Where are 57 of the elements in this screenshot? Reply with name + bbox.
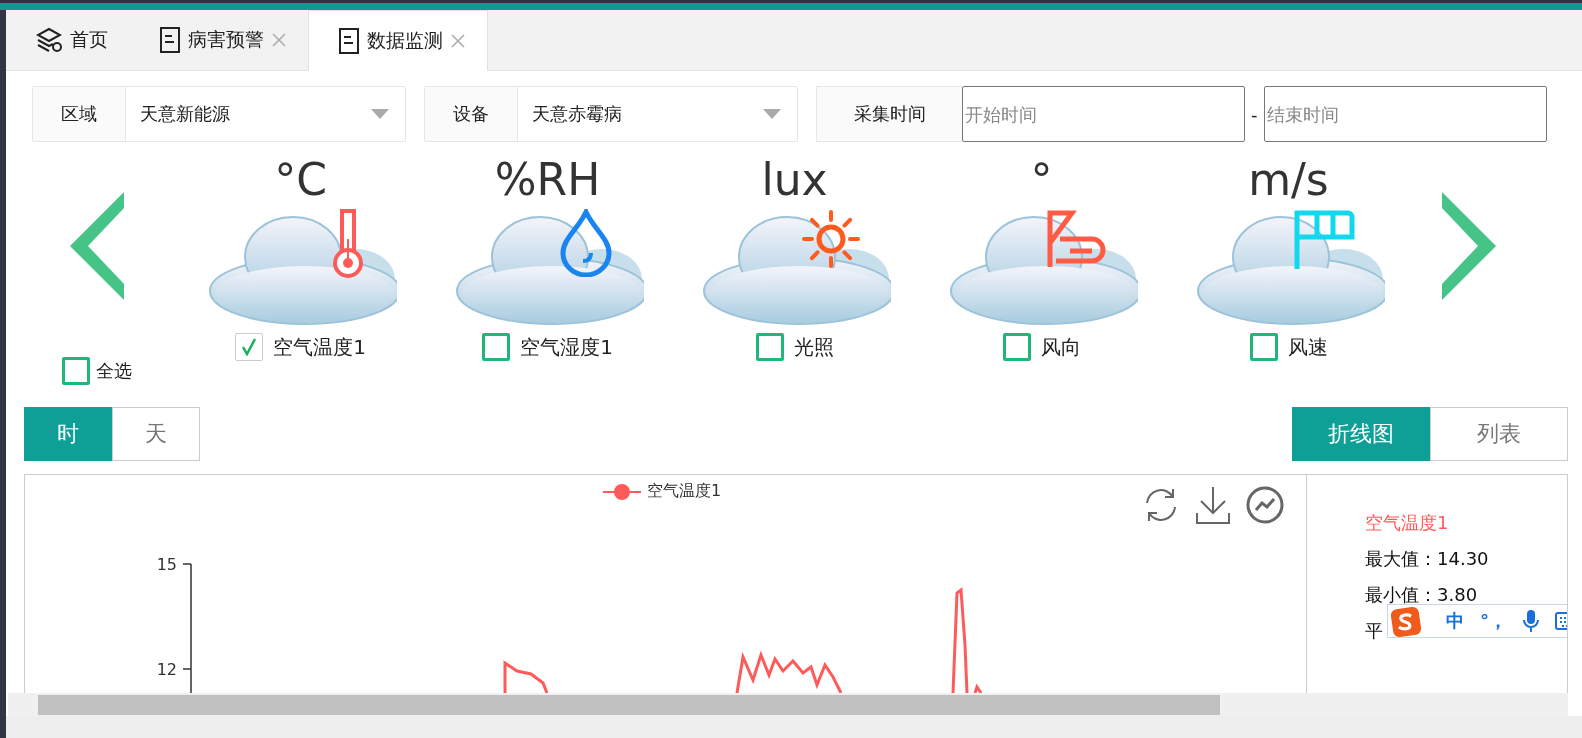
page-tab[interactable]: 病害预警 (130, 10, 308, 70)
page-tab[interactable]: 首页 (6, 10, 130, 70)
line-chart-icon[interactable] (1245, 485, 1285, 525)
unit-label: ° (1030, 153, 1053, 207)
unit-label: %RH (494, 153, 601, 207)
check-icon (242, 338, 257, 356)
select-field[interactable]: 区域 天意新能源 (32, 86, 406, 142)
caret-icon (763, 109, 781, 119)
stats-title: 空气温度1 (1365, 511, 1449, 535)
checkbox[interactable] (755, 333, 784, 361)
checkbox-label: 空气湿度1 (520, 333, 613, 361)
document-icon (160, 27, 180, 53)
sun-icon (800, 209, 861, 269)
stat-line: 最小值：3.80 (1365, 583, 1478, 607)
axis-tick-label: 12 (156, 660, 177, 679)
checkbox[interactable] (61, 357, 90, 385)
chevron-left-icon[interactable] (69, 192, 124, 300)
legend-marker-icon (603, 482, 641, 501)
checkbox-label: 空气温度1 (273, 333, 366, 361)
download-icon[interactable] (1195, 485, 1231, 525)
close-icon[interactable] (272, 33, 286, 47)
horizontal-scrollbar[interactable] (8, 693, 1568, 716)
field-label: 采集时间 (816, 86, 962, 142)
checkbox-label: 光照 (793, 333, 834, 361)
caret-icon (371, 109, 389, 119)
checkbox[interactable] (1249, 333, 1278, 361)
period-tab[interactable]: 天 (112, 407, 200, 461)
page-tab[interactable]: 数据监测 (308, 10, 488, 71)
checkbox[interactable] (1002, 333, 1031, 361)
axis-tick-label: 15 (156, 555, 177, 574)
select-field[interactable]: 设备 天意赤霉病 (424, 86, 798, 142)
document-icon (339, 28, 359, 54)
ime-item[interactable]: °， (1480, 609, 1507, 633)
layers-icon (36, 27, 62, 53)
view-tab[interactable]: 列表 (1430, 407, 1568, 461)
start-time-field[interactable]: 开始时间 (962, 86, 1245, 142)
view-tab[interactable]: 折线图 (1292, 407, 1430, 461)
checkbox[interactable] (235, 333, 264, 361)
legend-label: 空气温度1 (647, 481, 722, 502)
range-separator: - (1250, 103, 1259, 125)
ime-item[interactable]: 中 (1446, 609, 1464, 633)
end-time-field[interactable]: 结束时间 (1263, 86, 1547, 142)
unit-label: m/s (1248, 153, 1329, 207)
checkbox-label: 全选 (95, 359, 132, 383)
checkbox[interactable] (482, 333, 511, 361)
period-tab[interactable]: 时 (24, 407, 112, 461)
microphone-icon[interactable] (1523, 609, 1539, 633)
unit-label: lux (761, 153, 828, 207)
checkbox-label: 风速 (1287, 333, 1328, 361)
stat-line: 平 (1365, 619, 1383, 643)
stat-line: 最大值：14.30 (1365, 547, 1489, 571)
checkbox-label: 风向 (1040, 333, 1081, 361)
close-icon[interactable] (451, 34, 465, 48)
flag-icon (1292, 209, 1355, 271)
unit-label: °C (274, 153, 327, 207)
scrollbar-thumb[interactable] (38, 694, 1220, 715)
chevron-right-icon[interactable] (1442, 192, 1496, 300)
